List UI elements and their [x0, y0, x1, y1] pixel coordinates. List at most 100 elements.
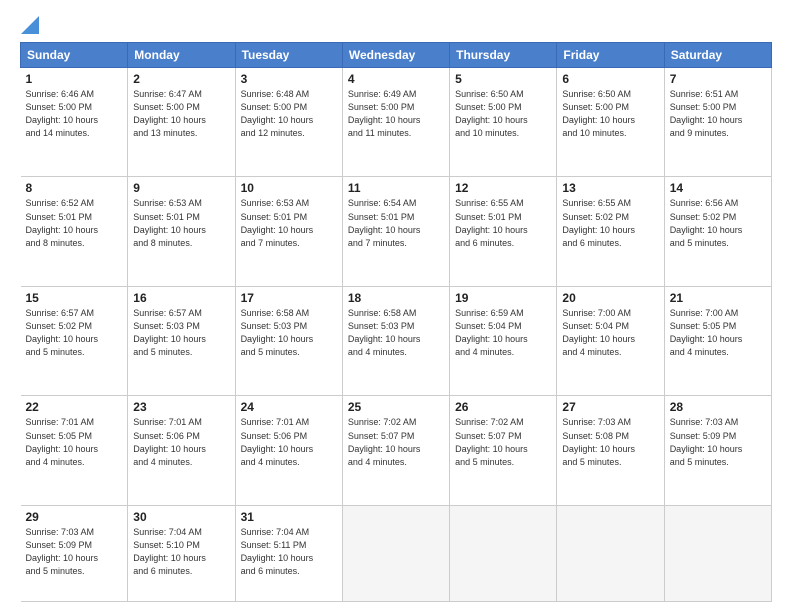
day-info: Sunrise: 7:00 AM Sunset: 5:05 PM Dayligh… [670, 307, 766, 359]
weekday-header: Tuesday [235, 43, 342, 68]
day-info: Sunrise: 6:49 AM Sunset: 5:00 PM Dayligh… [348, 88, 444, 140]
day-number: 25 [348, 400, 444, 414]
day-number: 17 [241, 291, 337, 305]
day-info: Sunrise: 7:04 AM Sunset: 5:11 PM Dayligh… [241, 526, 337, 578]
calendar-cell: 13 Sunrise: 6:55 AM Sunset: 5:02 PM Dayli… [557, 177, 664, 286]
calendar-cell: 25 Sunrise: 7:02 AM Sunset: 5:07 PM Dayli… [342, 396, 449, 505]
day-info: Sunrise: 6:50 AM Sunset: 5:00 PM Dayligh… [562, 88, 658, 140]
calendar-cell: 4 Sunrise: 6:49 AM Sunset: 5:00 PM Daylig… [342, 68, 449, 177]
calendar-cell: 26 Sunrise: 7:02 AM Sunset: 5:07 PM Dayli… [450, 396, 557, 505]
calendar-cell: 15 Sunrise: 6:57 AM Sunset: 5:02 PM Dayli… [21, 286, 128, 395]
calendar-cell: 10 Sunrise: 6:53 AM Sunset: 5:01 PM Dayli… [235, 177, 342, 286]
calendar-cell: 30Sunrise: 7:04 AM Sunset: 5:10 PM Dayli… [128, 505, 235, 601]
calendar-cell: 6 Sunrise: 6:50 AM Sunset: 5:00 PM Daylig… [557, 68, 664, 177]
day-number: 16 [133, 291, 229, 305]
day-number: 19 [455, 291, 551, 305]
day-number: 10 [241, 181, 337, 195]
calendar-cell: 14 Sunrise: 6:56 AM Sunset: 5:02 PM Dayli… [664, 177, 771, 286]
calendar-cell: 19 Sunrise: 6:59 AM Sunset: 5:04 PM Dayli… [450, 286, 557, 395]
calendar-cell: 24 Sunrise: 7:01 AM Sunset: 5:06 PM Dayli… [235, 396, 342, 505]
day-info: Sunrise: 7:01 AM Sunset: 5:05 PM Dayligh… [26, 416, 123, 468]
header [20, 16, 772, 34]
calendar-body: 1 Sunrise: 6:46 AM Sunset: 5:00 PM Daylig… [21, 68, 772, 602]
calendar-cell: 16 Sunrise: 6:57 AM Sunset: 5:03 PM Dayli… [128, 286, 235, 395]
calendar-cell: 27Sunrise: 7:03 AM Sunset: 5:08 PM Dayli… [557, 396, 664, 505]
day-number: 23 [133, 400, 229, 414]
logo [20, 16, 40, 34]
day-info: Sunrise: 7:01 AM Sunset: 5:06 PM Dayligh… [241, 416, 337, 468]
day-info: Sunrise: 6:55 AM Sunset: 5:01 PM Dayligh… [455, 197, 551, 249]
logo-icon [21, 16, 39, 34]
day-info: Sunrise: 6:58 AM Sunset: 5:03 PM Dayligh… [241, 307, 337, 359]
calendar-cell: 20 Sunrise: 7:00 AM Sunset: 5:04 PM Dayli… [557, 286, 664, 395]
day-number: 12 [455, 181, 551, 195]
day-number: 21 [670, 291, 766, 305]
calendar-cell: 9 Sunrise: 6:53 AM Sunset: 5:01 PM Daylig… [128, 177, 235, 286]
day-info: Sunrise: 6:57 AM Sunset: 5:02 PM Dayligh… [26, 307, 123, 359]
day-info: Sunrise: 6:57 AM Sunset: 5:03 PM Dayligh… [133, 307, 229, 359]
calendar-header: SundayMondayTuesdayWednesdayThursdayFrid… [21, 43, 772, 68]
calendar-cell [664, 505, 771, 601]
calendar-cell: 8 Sunrise: 6:52 AM Sunset: 5:01 PM Daylig… [21, 177, 128, 286]
day-number: 2 [133, 72, 229, 86]
weekday-header: Thursday [450, 43, 557, 68]
day-number: 5 [455, 72, 551, 86]
day-number: 13 [562, 181, 658, 195]
day-info: Sunrise: 6:50 AM Sunset: 5:00 PM Dayligh… [455, 88, 551, 140]
day-number: 1 [26, 72, 123, 86]
day-number: 4 [348, 72, 444, 86]
weekday-header: Saturday [664, 43, 771, 68]
day-number: 6 [562, 72, 658, 86]
day-info: Sunrise: 6:58 AM Sunset: 5:03 PM Dayligh… [348, 307, 444, 359]
calendar-cell: 21 Sunrise: 7:00 AM Sunset: 5:05 PM Dayli… [664, 286, 771, 395]
day-info: Sunrise: 6:59 AM Sunset: 5:04 PM Dayligh… [455, 307, 551, 359]
calendar-cell: 12 Sunrise: 6:55 AM Sunset: 5:01 PM Dayli… [450, 177, 557, 286]
day-info: Sunrise: 7:04 AM Sunset: 5:10 PM Dayligh… [133, 526, 229, 578]
day-info: Sunrise: 6:55 AM Sunset: 5:02 PM Dayligh… [562, 197, 658, 249]
day-number: 26 [455, 400, 551, 414]
day-number: 31 [241, 510, 337, 524]
weekday-header: Monday [128, 43, 235, 68]
calendar-cell: 3Sunrise: 6:48 AM Sunset: 5:00 PM Daylig… [235, 68, 342, 177]
weekday-header: Friday [557, 43, 664, 68]
day-info: Sunrise: 6:47 AM Sunset: 5:00 PM Dayligh… [133, 88, 229, 140]
calendar-cell: 18 Sunrise: 6:58 AM Sunset: 5:03 PM Dayli… [342, 286, 449, 395]
day-number: 8 [26, 181, 123, 195]
day-info: Sunrise: 7:02 AM Sunset: 5:07 PM Dayligh… [348, 416, 444, 468]
calendar-table: SundayMondayTuesdayWednesdayThursdayFrid… [20, 42, 772, 602]
day-number: 7 [670, 72, 766, 86]
day-info: Sunrise: 6:52 AM Sunset: 5:01 PM Dayligh… [26, 197, 123, 249]
calendar-cell [557, 505, 664, 601]
day-number: 9 [133, 181, 229, 195]
day-number: 3 [241, 72, 337, 86]
day-info: Sunrise: 7:03 AM Sunset: 5:08 PM Dayligh… [562, 416, 658, 468]
calendar-cell: 5 Sunrise: 6:50 AM Sunset: 5:00 PM Daylig… [450, 68, 557, 177]
day-info: Sunrise: 7:02 AM Sunset: 5:07 PM Dayligh… [455, 416, 551, 468]
calendar-cell: 2 Sunrise: 6:47 AM Sunset: 5:00 PM Daylig… [128, 68, 235, 177]
day-number: 14 [670, 181, 766, 195]
day-info: Sunrise: 6:53 AM Sunset: 5:01 PM Dayligh… [133, 197, 229, 249]
page: SundayMondayTuesdayWednesdayThursdayFrid… [0, 0, 792, 612]
day-number: 24 [241, 400, 337, 414]
calendar-cell: 17 Sunrise: 6:58 AM Sunset: 5:03 PM Dayli… [235, 286, 342, 395]
day-info: Sunrise: 6:51 AM Sunset: 5:00 PM Dayligh… [670, 88, 766, 140]
calendar-cell: 28 Sunrise: 7:03 AM Sunset: 5:09 PM Dayli… [664, 396, 771, 505]
day-info: Sunrise: 6:56 AM Sunset: 5:02 PM Dayligh… [670, 197, 766, 249]
day-info: Sunrise: 6:46 AM Sunset: 5:00 PM Dayligh… [26, 88, 123, 140]
day-info: Sunrise: 6:53 AM Sunset: 5:01 PM Dayligh… [241, 197, 337, 249]
weekday-header: Sunday [21, 43, 128, 68]
day-info: Sunrise: 6:54 AM Sunset: 5:01 PM Dayligh… [348, 197, 444, 249]
calendar-cell [450, 505, 557, 601]
calendar-cell: 23 Sunrise: 7:01 AM Sunset: 5:06 PM Dayli… [128, 396, 235, 505]
calendar-cell [342, 505, 449, 601]
day-info: Sunrise: 7:00 AM Sunset: 5:04 PM Dayligh… [562, 307, 658, 359]
day-info: Sunrise: 7:03 AM Sunset: 5:09 PM Dayligh… [670, 416, 766, 468]
day-info: Sunrise: 7:01 AM Sunset: 5:06 PM Dayligh… [133, 416, 229, 468]
day-number: 28 [670, 400, 766, 414]
calendar-cell: 22Sunrise: 7:01 AM Sunset: 5:05 PM Dayli… [21, 396, 128, 505]
calendar-cell: 11Sunrise: 6:54 AM Sunset: 5:01 PM Dayli… [342, 177, 449, 286]
day-number: 20 [562, 291, 658, 305]
day-number: 15 [26, 291, 123, 305]
day-number: 18 [348, 291, 444, 305]
weekday-header: Wednesday [342, 43, 449, 68]
